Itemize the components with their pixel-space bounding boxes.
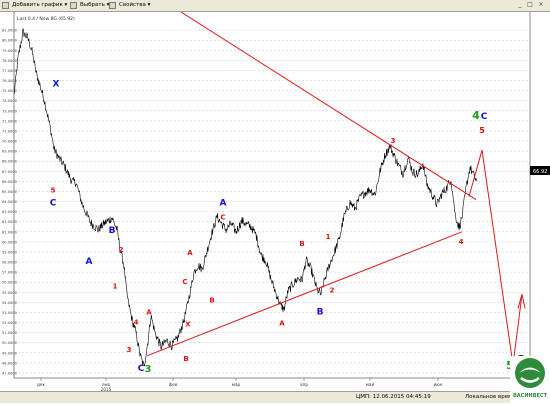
y-tick-label: 61.0000 <box>2 230 18 234</box>
close-button[interactable]: × <box>537 1 545 9</box>
y-tick-label: 47.0000 <box>2 371 18 375</box>
y-tick-label: 80.0000 <box>2 39 18 43</box>
wave-label: B <box>109 226 116 236</box>
y-tick-label: 81.0000 <box>2 29 18 33</box>
status-local-time: Локальное время <box>465 394 516 400</box>
wave-label: B <box>183 355 188 363</box>
wave-label: 1 <box>326 233 331 241</box>
y-tick-label: 51.0000 <box>2 331 18 335</box>
add-chart-button[interactable]: Добавить график ▾ <box>10 1 69 10</box>
y-tick-label: 70.0000 <box>2 140 18 144</box>
y-tick-label: 66.0000 <box>2 180 18 184</box>
wave-label: 4 <box>459 238 464 246</box>
wave-label: C <box>220 214 225 222</box>
series-label: Last 0.4 / Now 8G (65.92) <box>17 16 75 22</box>
y-tick-label: 65.0000 <box>2 190 18 194</box>
choose-icon[interactable] <box>70 2 77 9</box>
y-tick-label: 72.0000 <box>2 119 18 123</box>
properties-button[interactable]: Свойства ▾ <box>117 1 152 10</box>
y-tick-label: 79.0000 <box>2 49 18 53</box>
status-bar: ЦМП: 12.06.2015 04:45:19 Локальное время <box>0 391 550 403</box>
wave-label: C <box>481 112 488 122</box>
current-price-label: 66.92 <box>533 169 547 175</box>
y-tick-label: 63.0000 <box>2 210 18 214</box>
wave-label: A <box>187 249 193 257</box>
y-tick-label: 69.0000 <box>2 150 18 154</box>
price-chart[interactable]: 81.000080.000079.000078.000077.000076.00… <box>0 12 550 391</box>
y-tick-label: 52.0000 <box>2 321 18 325</box>
x-tick-label: дек <box>37 382 45 387</box>
wave-label: 4 <box>134 319 139 327</box>
company-logo: ВАСИНВЕСТ <box>510 356 550 403</box>
y-tick-label: 50.0000 <box>2 341 18 345</box>
y-tick-label: 71.0000 <box>2 129 18 133</box>
y-tick-label: 64.0000 <box>2 200 18 204</box>
status-time: ЦМП: 12.06.2015 04:45:19 <box>356 394 431 400</box>
x-tick-label: мар <box>232 382 241 387</box>
y-tick-label: 53.0000 <box>2 311 18 315</box>
chart-toolbar: Добавить график ▾ Выбрать ▾ Свойства ▾ _… <box>0 0 550 12</box>
y-tick-label: 54.0000 <box>2 301 18 305</box>
y-tick-label: 55.0000 <box>2 291 18 295</box>
y-tick-label: 57.0000 <box>2 271 18 275</box>
y-tick-label: 56.0000 <box>2 281 18 285</box>
wave-label: A <box>86 257 93 267</box>
wave-label: C <box>182 278 187 286</box>
wave-label: 5 <box>479 126 485 135</box>
wave-label: B <box>209 296 214 304</box>
logo-text: ВАСИНВЕСТ <box>513 393 548 399</box>
y-tick-label: 62.0000 <box>2 220 18 224</box>
wave-label: 1 <box>113 282 118 290</box>
wave-label: A <box>146 308 152 316</box>
x-tick-label: апр <box>300 382 308 387</box>
wave-label: 3 <box>127 346 132 354</box>
wave-label: B <box>299 240 304 248</box>
wave-label: 2 <box>119 246 124 254</box>
x-tick-label: май <box>366 382 375 387</box>
wave-label: A <box>220 199 227 209</box>
wave-label: 3 <box>391 137 396 145</box>
wave-label: 3 <box>145 364 152 375</box>
wave-label: A <box>279 320 285 328</box>
maximize-button[interactable]: □ <box>526 1 534 9</box>
wave-label: C <box>50 199 57 209</box>
x-tick-label: фев <box>169 382 178 387</box>
y-tick-label: 60.0000 <box>2 240 18 244</box>
wave-label: X <box>53 80 60 90</box>
y-tick-label: 67.0000 <box>2 170 18 174</box>
y-tick-label: 49.0000 <box>2 351 18 355</box>
y-tick-label: 68.0000 <box>2 160 18 164</box>
y-tick-label: 73.0000 <box>2 109 18 113</box>
wave-label: 5 <box>51 186 56 194</box>
y-tick-label: 74.0000 <box>2 99 18 103</box>
x-axis-ticks: дек янв2015фев мар апр май июн <box>37 378 443 391</box>
y-tick-label: 48.0000 <box>2 361 18 365</box>
wave-label: B <box>317 307 324 317</box>
properties-icon[interactable] <box>109 2 116 9</box>
y-tick-label: 58.0000 <box>2 261 18 265</box>
add-chart-icon[interactable] <box>2 2 9 9</box>
y-tick-label: 59.0000 <box>2 250 18 254</box>
wave-label: 2 <box>330 286 335 294</box>
y-tick-label: 75.0000 <box>2 89 18 93</box>
logo-icon: ВАСИНВЕСТ <box>513 358 548 399</box>
x-tick-label: июн <box>434 382 443 387</box>
y-tick-label: 77.0000 <box>2 69 18 73</box>
wave-label: X <box>185 321 191 329</box>
wave-label: 4 <box>472 109 480 122</box>
y-tick-label: 78.0000 <box>2 59 18 63</box>
choose-button[interactable]: Выбрать ▾ <box>78 1 111 10</box>
minimize-button[interactable]: _ <box>516 1 524 9</box>
